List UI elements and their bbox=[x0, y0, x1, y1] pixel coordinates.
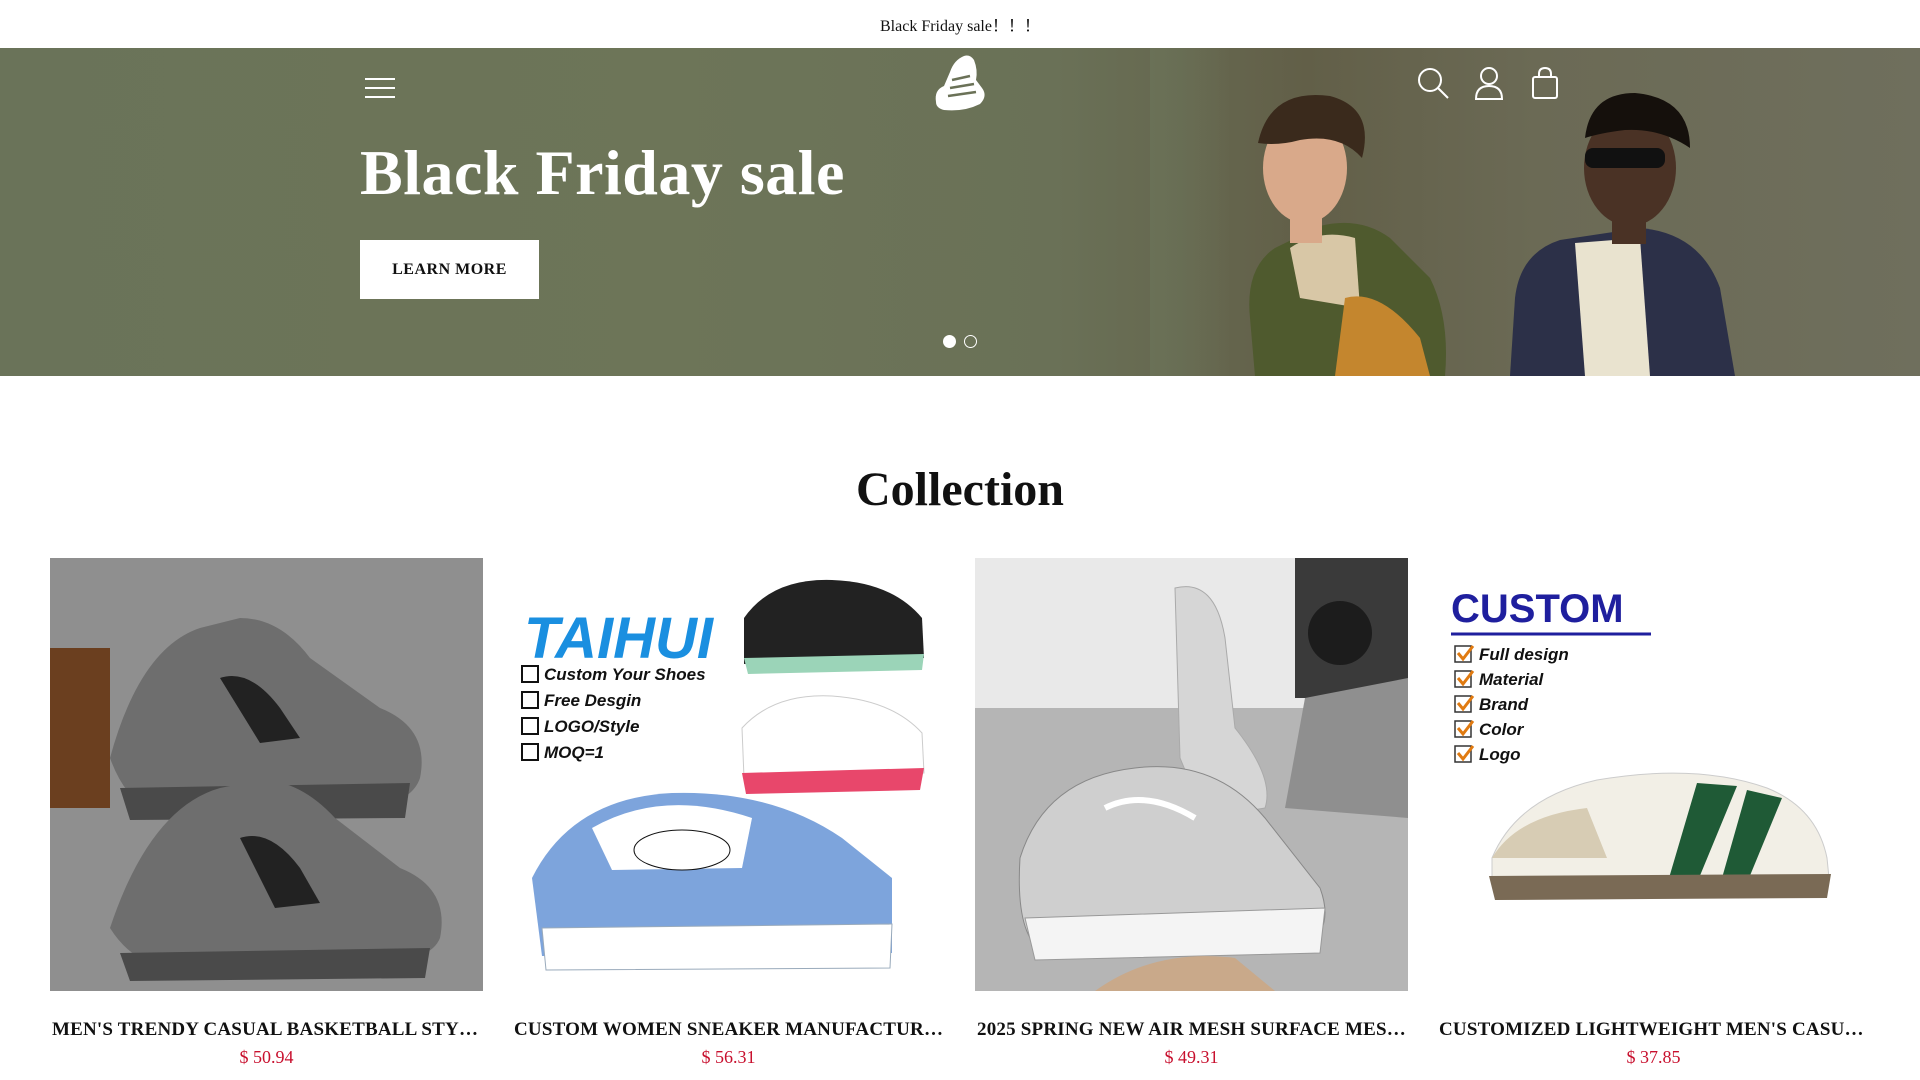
custom-heading-text: CUSTOM bbox=[1451, 587, 1624, 631]
shopping-bag-icon[interactable] bbox=[1522, 60, 1568, 106]
svg-text:MOQ=1: MOQ=1 bbox=[544, 743, 604, 762]
learn-more-button[interactable]: LEARN MORE bbox=[360, 240, 539, 299]
svg-text:Brand: Brand bbox=[1479, 695, 1529, 714]
product-price: $ 56.31 bbox=[701, 1047, 756, 1067]
hero-banner: Black Friday sale LEARN MORE bbox=[0, 48, 1920, 376]
product-price: $ 50.94 bbox=[239, 1047, 294, 1067]
carousel-dot-1[interactable] bbox=[943, 335, 956, 348]
announcement-bar: Black Friday sale！！！ bbox=[0, 0, 1920, 48]
product-name[interactable]: CUSTOM WOMEN SNEAKER MANUFACTURER SHOES bbox=[512, 1019, 945, 1041]
search-icon[interactable] bbox=[1410, 60, 1456, 106]
product-card[interactable]: 2025 SPRING NEW AIR MESH SURFACE MESH SH… bbox=[975, 558, 1408, 1068]
hamburger-menu-icon[interactable] bbox=[358, 68, 402, 108]
product-card[interactable]: MEN'S TRENDY CASUAL BASKETBALL STYLE SNE… bbox=[50, 558, 483, 1068]
collection-title: Collection bbox=[856, 463, 1064, 516]
hero-title: Black Friday sale bbox=[360, 137, 845, 208]
product-price: $ 37.85 bbox=[1626, 1047, 1681, 1067]
product-price: $ 49.31 bbox=[1164, 1047, 1219, 1067]
svg-text:Free Desgin: Free Desgin bbox=[544, 691, 641, 710]
svg-text:Color: Color bbox=[1479, 720, 1525, 739]
product-name[interactable]: 2025 SPRING NEW AIR MESH SURFACE MESH SH… bbox=[975, 1019, 1408, 1041]
brand-text: TAIHUI bbox=[524, 606, 715, 671]
product-name[interactable]: MEN'S TRENDY CASUAL BASKETBALL STYLE SNE… bbox=[50, 1019, 483, 1041]
svg-text:Full design: Full design bbox=[1479, 645, 1569, 664]
sneaker-logo-icon[interactable] bbox=[924, 48, 996, 116]
svg-text:Material: Material bbox=[1479, 670, 1545, 689]
product-name[interactable]: CUSTOMIZED LIGHTWEIGHT MEN'S CASUAL SHOE… bbox=[1437, 1019, 1870, 1041]
svg-text:Custom Your Shoes: Custom Your Shoes bbox=[544, 665, 706, 684]
announcement-text: Black Friday sale！！！ bbox=[880, 18, 1040, 35]
carousel-dots bbox=[943, 335, 977, 348]
svg-text:Logo: Logo bbox=[1479, 745, 1521, 764]
product-image[interactable] bbox=[50, 558, 483, 991]
account-icon[interactable] bbox=[1466, 60, 1512, 106]
svg-text:LOGO/Style: LOGO/Style bbox=[544, 717, 639, 736]
product-image[interactable] bbox=[975, 558, 1408, 991]
carousel-dot-2[interactable] bbox=[964, 335, 977, 348]
product-image[interactable]: CUSTOM Full design Material Brand Color … bbox=[1437, 558, 1870, 991]
product-image[interactable]: TAIHUI Custom Your Shoes Free Desgin LOG… bbox=[512, 558, 945, 991]
product-card[interactable]: TAIHUI Custom Your Shoes Free Desgin LOG… bbox=[512, 558, 945, 1068]
product-card[interactable]: CUSTOM Full design Material Brand Color … bbox=[1437, 558, 1870, 1068]
